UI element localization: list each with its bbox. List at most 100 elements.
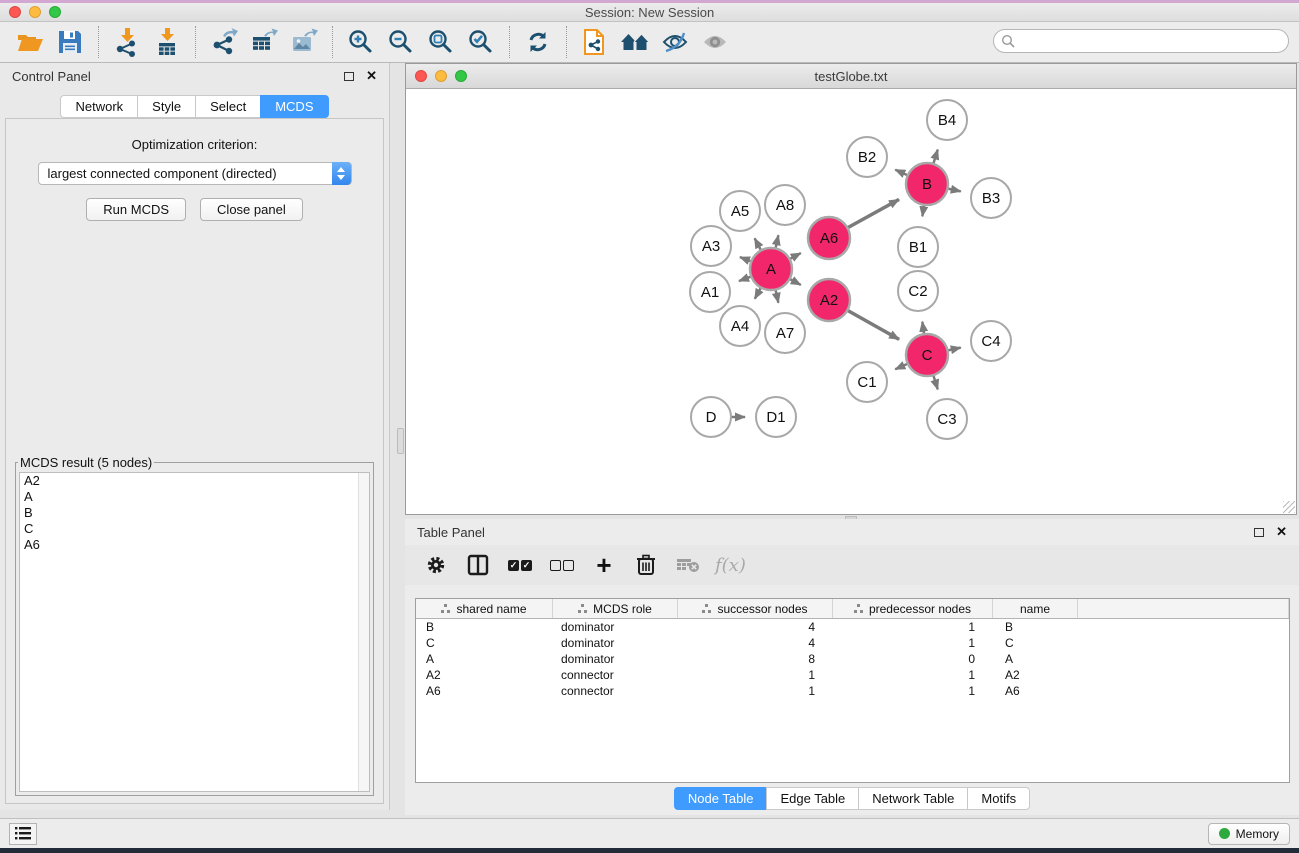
edge-A-A8[interactable] bbox=[775, 235, 778, 248]
settings-gear-icon[interactable] bbox=[419, 550, 453, 580]
close-panel-icon[interactable]: ✕ bbox=[366, 68, 377, 84]
table-tab-network-table[interactable]: Network Table bbox=[858, 787, 967, 810]
column-layout-icon[interactable] bbox=[461, 550, 495, 580]
task-history-button[interactable] bbox=[9, 823, 37, 845]
column-header-shared-name[interactable]: shared name bbox=[416, 599, 553, 618]
table-cell[interactable]: A6 bbox=[416, 683, 553, 699]
table-cell[interactable]: B bbox=[993, 619, 1078, 635]
table-cell[interactable]: B bbox=[416, 619, 553, 635]
hide-graphics-details-icon[interactable] bbox=[655, 25, 695, 59]
home-icon[interactable] bbox=[615, 25, 655, 59]
export-image-icon[interactable] bbox=[284, 25, 324, 59]
table-cell[interactable]: dominator bbox=[553, 619, 678, 635]
open-file-icon[interactable] bbox=[10, 25, 50, 59]
result-list-item[interactable]: A2 bbox=[20, 473, 369, 489]
table-cell[interactable]: 1 bbox=[678, 667, 833, 683]
column-header-predecessor-nodes[interactable]: predecessor nodes bbox=[833, 599, 993, 618]
table-cell[interactable]: 1 bbox=[833, 667, 993, 683]
open-network-file-icon[interactable] bbox=[575, 25, 615, 59]
edge-B-B1[interactable] bbox=[922, 205, 924, 217]
delete-table-icon[interactable] bbox=[671, 550, 705, 580]
result-list-item[interactable]: A bbox=[20, 489, 369, 505]
table-row[interactable]: Bdominator41B bbox=[416, 619, 1289, 635]
table-cell[interactable]: dominator bbox=[553, 651, 678, 667]
mcds-result-list[interactable]: A2ABCA6 bbox=[19, 472, 370, 792]
edge-A-A1[interactable] bbox=[739, 276, 751, 281]
delete-column-icon[interactable] bbox=[629, 550, 663, 580]
add-column-icon[interactable]: + bbox=[587, 550, 621, 580]
edge-C-C2[interactable] bbox=[922, 322, 924, 335]
edge-C-C4[interactable] bbox=[948, 348, 961, 351]
table-row[interactable]: Adominator80A bbox=[416, 651, 1289, 667]
tab-select[interactable]: Select bbox=[195, 95, 260, 118]
table-cell[interactable]: 4 bbox=[678, 619, 833, 635]
edge-A-A7[interactable] bbox=[775, 290, 778, 303]
table-cell[interactable]: 8 bbox=[678, 651, 833, 667]
table-tab-node-table[interactable]: Node Table bbox=[674, 787, 767, 810]
table-cell[interactable]: C bbox=[416, 635, 553, 651]
table-cell[interactable]: 4 bbox=[678, 635, 833, 651]
edge-B-B4[interactable] bbox=[933, 150, 937, 164]
tab-style[interactable]: Style bbox=[137, 95, 195, 118]
table-cell[interactable]: A2 bbox=[416, 667, 553, 683]
close-table-panel-icon[interactable]: ✕ bbox=[1276, 524, 1287, 540]
network-canvas[interactable]: B4B2BB3A5A8A6B1A3AA1C2A2A4A7C4CC1C3DD1 bbox=[406, 89, 1296, 514]
edge-C-C3[interactable] bbox=[933, 375, 937, 389]
zoom-in-icon[interactable] bbox=[341, 25, 381, 59]
table-cell[interactable]: 0 bbox=[833, 651, 993, 667]
table-cell[interactable]: 1 bbox=[678, 683, 833, 699]
refresh-icon[interactable] bbox=[518, 25, 558, 59]
edge-A-A3[interactable] bbox=[740, 257, 751, 261]
table-cell[interactable]: 1 bbox=[833, 619, 993, 635]
column-header-name[interactable]: name bbox=[993, 599, 1078, 618]
table-cell[interactable]: C bbox=[993, 635, 1078, 651]
edge-A-A5[interactable] bbox=[755, 238, 761, 250]
zoom-fit-icon[interactable] bbox=[421, 25, 461, 59]
float-panel-icon[interactable] bbox=[344, 72, 354, 81]
zoom-out-icon[interactable] bbox=[381, 25, 421, 59]
memory-button[interactable]: Memory bbox=[1208, 823, 1290, 845]
show-graphics-details-icon[interactable] bbox=[695, 25, 735, 59]
table-cell[interactable]: connector bbox=[553, 683, 678, 699]
search-input[interactable] bbox=[1020, 34, 1288, 48]
result-list-item[interactable]: C bbox=[20, 521, 369, 537]
optimization-criterion-dropdown[interactable]: largest connected component (directed) bbox=[38, 162, 352, 185]
result-list-item[interactable]: A6 bbox=[20, 537, 369, 553]
table-cell[interactable]: dominator bbox=[553, 635, 678, 651]
result-list-item[interactable]: B bbox=[20, 505, 369, 521]
edge-A6-B[interactable] bbox=[847, 199, 899, 227]
select-all-checkboxes-icon[interactable]: ✓✓ bbox=[503, 550, 537, 580]
table-row[interactable]: A2connector11A2 bbox=[416, 667, 1289, 683]
window-resize-grip[interactable] bbox=[1283, 501, 1295, 513]
zoom-selected-icon[interactable] bbox=[461, 25, 501, 59]
table-tab-motifs[interactable]: Motifs bbox=[967, 787, 1030, 810]
node-table[interactable]: shared nameMCDS rolesuccessor nodesprede… bbox=[415, 598, 1290, 783]
search-field[interactable] bbox=[993, 29, 1289, 53]
column-header-mcds-role[interactable]: MCDS role bbox=[553, 599, 678, 618]
edge-B-B2[interactable] bbox=[895, 170, 908, 176]
panel-splitter-grip[interactable] bbox=[397, 428, 404, 454]
table-cell[interactable]: A bbox=[416, 651, 553, 667]
save-session-icon[interactable] bbox=[50, 25, 90, 59]
import-network-icon[interactable] bbox=[107, 25, 147, 59]
run-mcds-button[interactable]: Run MCDS bbox=[86, 198, 186, 221]
table-row[interactable]: Cdominator41C bbox=[416, 635, 1289, 651]
table-cell[interactable]: A6 bbox=[993, 683, 1078, 699]
table-tab-edge-table[interactable]: Edge Table bbox=[766, 787, 858, 810]
export-network-icon[interactable] bbox=[204, 25, 244, 59]
table-cell[interactable]: A2 bbox=[993, 667, 1078, 683]
table-cell[interactable]: A bbox=[993, 651, 1078, 667]
export-table-icon[interactable] bbox=[244, 25, 284, 59]
table-row[interactable]: A6connector11A6 bbox=[416, 683, 1289, 699]
edge-A-A2[interactable] bbox=[790, 279, 801, 285]
edge-A2-C[interactable] bbox=[847, 310, 899, 339]
import-table-icon[interactable] bbox=[147, 25, 187, 59]
edge-A-A6[interactable] bbox=[790, 253, 801, 259]
edge-B-B3[interactable] bbox=[948, 188, 961, 191]
tab-mcds[interactable]: MCDS bbox=[260, 95, 328, 118]
edge-C-C1[interactable] bbox=[895, 364, 908, 370]
table-cell[interactable]: 1 bbox=[833, 635, 993, 651]
column-header-successor-nodes[interactable]: successor nodes bbox=[678, 599, 833, 618]
table-cell[interactable]: connector bbox=[553, 667, 678, 683]
result-list-scrollbar[interactable] bbox=[358, 473, 369, 791]
